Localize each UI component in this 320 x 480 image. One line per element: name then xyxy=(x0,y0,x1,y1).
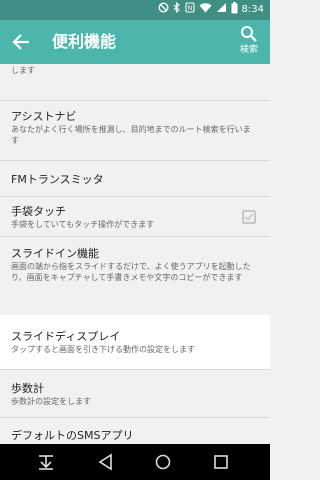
item-title: スライドイン機能 xyxy=(11,247,99,260)
wifi-icon xyxy=(199,2,212,18)
item-title: 歩数計 xyxy=(11,382,44,395)
status-time: 8:34 xyxy=(241,4,264,15)
home-circle-icon[interactable] xyxy=(153,452,173,472)
item-summary: タップすると画面を引き下げる動作の設定をします xyxy=(11,345,195,354)
item-summary: あなたがよく行く場所を推測し、目的地までのルート検索を行います xyxy=(11,125,251,145)
signal-icon xyxy=(216,2,227,18)
back-triangle-icon[interactable] xyxy=(96,452,116,472)
list-item-glove-touch[interactable]: 手袋タッチ 手袋をしていてもタッチ操作ができます xyxy=(0,196,270,236)
item-title: FMトランスミッタ xyxy=(11,173,104,186)
list-item-slide-in[interactable]: スライドイン機能 画面の端から指をスライドするだけで、よく使うアプリを起動したり… xyxy=(0,236,270,315)
list-item-pedometer[interactable]: 歩数計 歩数計の設定をします xyxy=(0,369,270,417)
item-summary: 歩数計の設定をします xyxy=(11,397,91,406)
item-title: アシストナビ xyxy=(11,110,77,123)
bluetooth-icon xyxy=(173,1,181,18)
list-item-fm-transmitter[interactable]: FMトランスミッタ xyxy=(0,160,270,196)
navigation-bar xyxy=(0,444,270,480)
list-item-assist[interactable]: あなたが普段使っているアプリを、使いたいタイミングでアシストします xyxy=(0,64,270,100)
item-summary: あなたが普段使っているアプリを、使いたいタイミングでアシストします xyxy=(11,66,35,75)
arrow-left-icon[interactable] xyxy=(8,28,36,56)
item-title: 手袋タッチ xyxy=(11,205,66,218)
list-item-default-sms[interactable]: デフォルトのSMSアプリ xyxy=(0,417,270,444)
list-item-slide-display[interactable]: スライドディスプレイ タップすると画面を引き下げる動作の設定をします xyxy=(0,315,270,369)
page-title: 便利機能 xyxy=(52,32,117,51)
item-title: スライドディスプレイ xyxy=(11,330,121,343)
recents-square-icon[interactable] xyxy=(211,452,231,472)
item-summary: 画面の端から指をスライドするだけで、よく使うアプリを起動したり、画面をキャプチャ… xyxy=(11,262,251,282)
settings-list: あなたが普段使っているアプリを、使いたいタイミングでアシストします アシストナビ… xyxy=(0,64,270,444)
notification-pulldown-icon[interactable] xyxy=(36,452,56,472)
item-summary: 手袋をしていてもタッチ操作ができます xyxy=(11,220,155,229)
list-item-assist-navi[interactable]: アシストナビ あなたがよく行く場所を推測し、目的地までのルート検索を行います xyxy=(0,100,270,160)
battery-icon xyxy=(231,1,238,19)
glove-touch-checkbox[interactable] xyxy=(242,210,256,224)
search-icon xyxy=(234,25,264,43)
app-bar: 便利機能 検索 xyxy=(0,20,270,64)
search-label: 検索 xyxy=(239,45,258,55)
svg-text:N: N xyxy=(187,5,192,12)
nfc-icon: N xyxy=(184,2,195,18)
search-button[interactable]: 検索 xyxy=(234,23,264,61)
status-bar: N 8:34 xyxy=(0,0,270,20)
do-not-disturb-icon xyxy=(158,2,169,18)
item-title: デフォルトのSMSアプリ xyxy=(11,429,134,442)
